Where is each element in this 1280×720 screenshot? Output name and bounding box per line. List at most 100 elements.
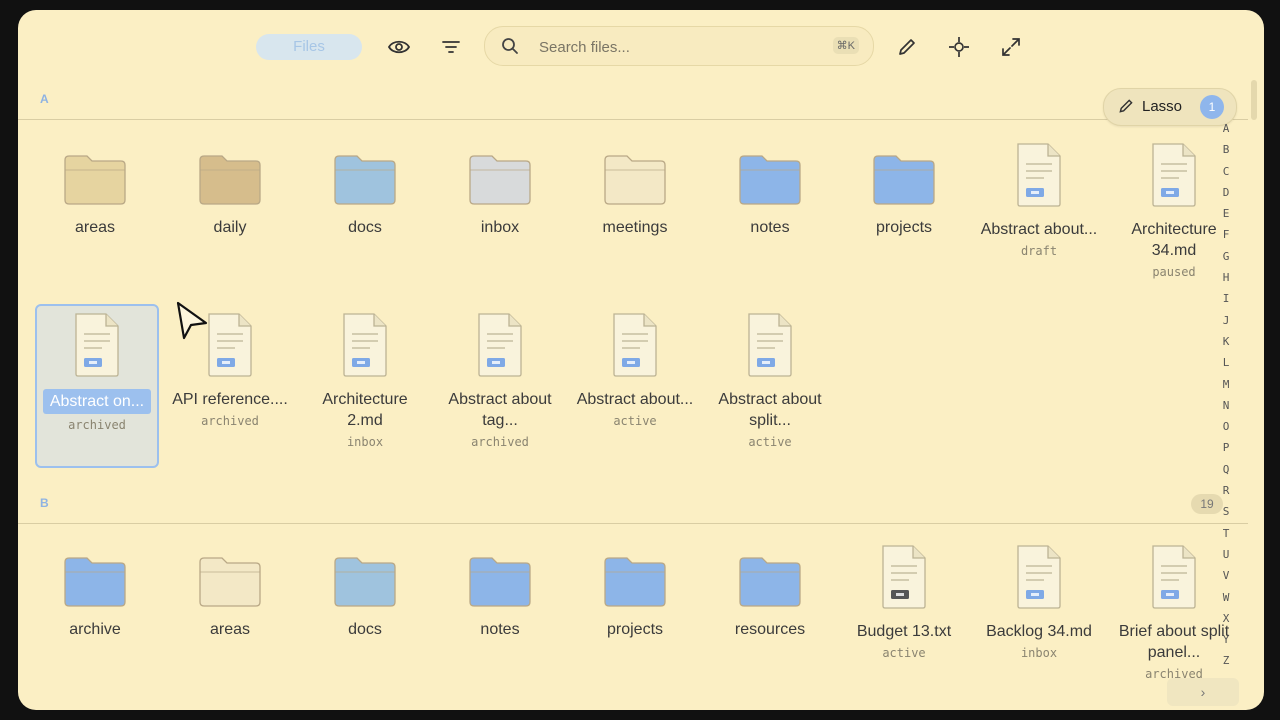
item-name: Abstract about... — [576, 391, 694, 408]
file-item[interactable]: Budget 13.txt active — [844, 544, 964, 660]
section-divider — [18, 119, 1248, 120]
item-name: Abstract about... — [980, 221, 1098, 238]
section-header-b: B — [40, 496, 49, 510]
folder-item[interactable]: areas — [35, 142, 155, 238]
expand-icon[interactable] — [998, 34, 1024, 60]
file-item[interactable]: Abstract about split... active — [710, 312, 830, 449]
search-icon — [501, 37, 519, 60]
pencil-icon[interactable] — [894, 34, 920, 60]
folder-item[interactable]: inbox — [440, 142, 560, 238]
item-name: Architecture 2.md — [322, 391, 408, 429]
section-divider — [18, 523, 1248, 524]
folder-item[interactable]: notes — [440, 544, 560, 640]
alphabet-index-letter[interactable]: L — [1216, 352, 1236, 373]
alphabet-index-letter[interactable]: W — [1216, 587, 1236, 608]
file-item[interactable]: Abstract on... archived — [35, 304, 159, 468]
folder-icon — [35, 152, 155, 211]
alphabet-index-letter[interactable]: Q — [1216, 459, 1236, 480]
item-name: archive — [69, 621, 121, 638]
alphabet-index-letter[interactable]: U — [1216, 544, 1236, 565]
item-name: resources — [734, 621, 806, 638]
folder-icon — [575, 554, 695, 613]
alphabet-index-letter[interactable]: N — [1216, 395, 1236, 416]
toolbar: Files ⌘K — [18, 10, 1264, 82]
alphabet-index-letter[interactable]: A — [1216, 118, 1236, 139]
item-status: archived — [68, 418, 126, 432]
files-tab[interactable]: Files — [256, 34, 362, 60]
alphabet-index-letter[interactable]: X — [1216, 608, 1236, 629]
alphabet-index-letter[interactable]: Z — [1216, 650, 1236, 671]
folder-icon — [170, 152, 290, 211]
alphabet-index-letter[interactable]: C — [1216, 161, 1236, 182]
filter-icon[interactable] — [438, 34, 464, 60]
alphabet-index-letter[interactable]: R — [1216, 480, 1236, 501]
files-tab-label: Files — [293, 38, 325, 55]
alphabet-index-letter[interactable]: F — [1216, 224, 1236, 245]
next-page-button[interactable]: › — [1167, 678, 1239, 706]
folder-item[interactable]: daily — [170, 142, 290, 238]
folder-item[interactable]: docs — [305, 142, 425, 238]
file-item[interactable]: Backlog 34.md inbox — [979, 544, 1099, 660]
alphabet-index-letter[interactable]: V — [1216, 565, 1236, 586]
alphabet-index-letter[interactable]: S — [1216, 501, 1236, 522]
alphabet-index-letter[interactable]: H — [1216, 267, 1236, 288]
alphabet-index-letter[interactable]: I — [1216, 288, 1236, 309]
folder-item[interactable]: archive — [35, 544, 155, 640]
mouse-cursor-icon — [176, 301, 210, 346]
alphabet-index-letter[interactable]: T — [1216, 523, 1236, 544]
alphabet-index-letter[interactable]: B — [1216, 139, 1236, 160]
folder-item[interactable]: projects — [844, 142, 964, 238]
folder-item[interactable]: docs — [305, 544, 425, 640]
alphabet-index-letter[interactable]: O — [1216, 416, 1236, 437]
item-name: Budget 13.txt — [856, 623, 952, 640]
item-name: inbox — [480, 219, 520, 236]
item-name: projects — [875, 219, 933, 236]
document-icon — [305, 312, 425, 383]
lasso-label: Lasso — [1142, 98, 1183, 115]
document-icon — [710, 312, 830, 383]
alphabet-index-letter[interactable]: E — [1216, 203, 1236, 224]
item-name: areas — [74, 219, 116, 236]
alphabet-index-letter[interactable]: P — [1216, 437, 1236, 458]
item-status: inbox — [346, 435, 384, 449]
folder-icon — [305, 554, 425, 613]
item-name: daily — [213, 219, 247, 236]
file-item[interactable]: Architecture 2.md inbox — [305, 312, 425, 449]
item-name: notes — [750, 219, 790, 236]
folder-icon — [710, 554, 830, 613]
folder-item[interactable]: notes — [710, 142, 830, 238]
folder-icon — [440, 554, 560, 613]
alphabet-index-letter[interactable]: M — [1216, 374, 1236, 395]
folder-icon — [575, 152, 695, 211]
file-item[interactable]: Abstract about... draft — [979, 142, 1099, 258]
item-name: notes — [480, 621, 520, 638]
item-name: areas — [209, 621, 251, 638]
document-icon — [979, 544, 1099, 615]
file-item[interactable]: Abstract about tag... archived — [440, 312, 560, 449]
document-icon — [844, 544, 964, 615]
alphabet-index-letter[interactable]: G — [1216, 246, 1236, 267]
folder-item[interactable]: projects — [575, 544, 695, 640]
eye-icon[interactable] — [386, 34, 412, 60]
file-item[interactable]: Abstract about... active — [575, 312, 695, 428]
alphabet-index-letter[interactable]: J — [1216, 310, 1236, 331]
crosshair-icon[interactable] — [946, 34, 972, 60]
search-bar[interactable]: ⌘K — [484, 26, 874, 66]
folder-item[interactable]: resources — [710, 544, 830, 640]
search-input[interactable] — [537, 35, 801, 59]
item-name: meetings — [602, 219, 668, 236]
item-name: Abstract about split... — [718, 391, 822, 429]
search-shortcut-hint: ⌘K — [832, 37, 859, 54]
scrollbar-thumb[interactable] — [1251, 80, 1257, 120]
folder-icon — [35, 554, 155, 613]
folder-item[interactable]: meetings — [575, 142, 695, 238]
folder-icon — [170, 554, 290, 613]
alphabet-index-letter[interactable]: Y — [1216, 629, 1236, 650]
alphabet-index-letter[interactable]: K — [1216, 331, 1236, 352]
folder-icon — [305, 152, 425, 211]
document-icon — [979, 142, 1099, 213]
folder-item[interactable]: areas — [170, 544, 290, 640]
folder-icon — [844, 152, 964, 211]
item-name: Abstract about tag... — [448, 391, 552, 429]
alphabet-index-letter[interactable]: D — [1216, 182, 1236, 203]
